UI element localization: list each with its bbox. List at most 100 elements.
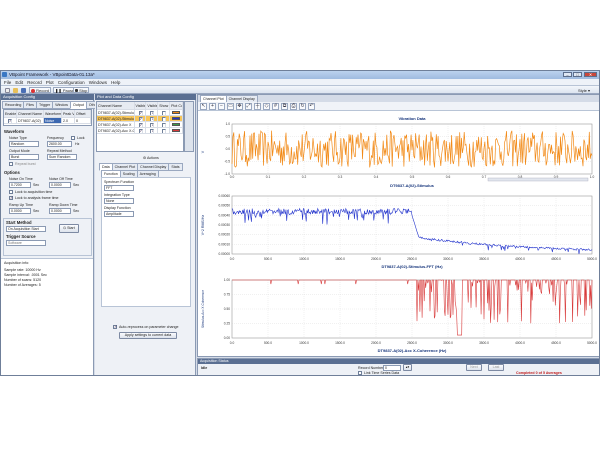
tab-output[interactable]: Output [70, 101, 87, 109]
lock-frame-checkbox[interactable] [9, 195, 13, 200]
tab-window[interactable]: Window [52, 101, 72, 109]
ramp-up-input[interactable]: 0.0000 [9, 208, 31, 214]
close-button[interactable]: ✕ [584, 72, 597, 77]
maximize-button[interactable]: □ [573, 72, 582, 77]
lock-checkbox[interactable] [71, 136, 75, 140]
copy-icon[interactable]: ⧉ [281, 103, 288, 110]
row-waveform[interactable]: Noise [44, 118, 62, 123]
refresh-icon[interactable]: ↻ [299, 103, 306, 110]
noise-on-input[interactable]: 0.7200 [9, 182, 31, 188]
row-show-cursor[interactable] [158, 110, 171, 115]
row-visible-display[interactable] [146, 122, 159, 127]
row-plot-colour[interactable] [170, 110, 184, 115]
link-time-series-checkbox[interactable] [358, 371, 362, 375]
actions-button[interactable]: ⚙ Actions [143, 156, 159, 160]
row-plot-colour[interactable] [170, 128, 184, 133]
table-row[interactable]: DT9837-A(02)-Acc X-Cohere [97, 128, 184, 134]
visible-plot-checkbox[interactable] [138, 111, 143, 115]
minimize-button[interactable]: – [563, 72, 572, 77]
trigger-source-select[interactable]: Software [6, 240, 46, 246]
menu-help[interactable]: Help [111, 79, 120, 86]
frequency-input[interactable]: 2600.00 [47, 141, 72, 147]
table-row[interactable]: DT9837-A(02) Noise 2.0 0 [4, 118, 91, 124]
display-function-select[interactable]: Amplitude [104, 211, 134, 217]
zoom-in-icon[interactable]: + [209, 103, 216, 110]
start-method-select[interactable]: On Acquisition Start [6, 226, 46, 232]
row-offset[interactable]: 0 [75, 118, 91, 123]
chart1-scrollbar[interactable] [487, 177, 589, 182]
show-cursor-checkbox[interactable] [162, 123, 167, 127]
row-visible-plot[interactable] [135, 110, 147, 115]
stop-button[interactable]: Stop [73, 87, 90, 93]
fit-icon[interactable]: ⤢ [245, 103, 252, 110]
menu-windows[interactable]: Windows [89, 79, 107, 86]
row-show-cursor[interactable] [158, 128, 171, 133]
repeat-method-select[interactable]: Sum Random [47, 154, 77, 160]
noise-type-select[interactable]: Random [9, 141, 39, 147]
menu-configuration[interactable]: Configuration [58, 79, 85, 86]
pointer-icon[interactable]: ↖ [200, 103, 207, 110]
visible-display-checkbox[interactable] [150, 111, 155, 115]
ramp-down-input[interactable]: 0.0000 [49, 208, 71, 214]
pan-icon[interactable]: ✥ [236, 103, 243, 110]
style-dropdown[interactable]: Style ▾ [576, 87, 592, 93]
visible-display-checkbox[interactable] [150, 129, 155, 133]
row-visible-display[interactable] [146, 116, 159, 121]
row-channel-name[interactable]: DT9837-A(02)-Stimulus-FFT [97, 116, 135, 121]
tab-files[interactable]: Files [23, 101, 37, 109]
row-visible-display[interactable] [146, 110, 159, 115]
colour-swatch[interactable] [172, 111, 181, 114]
zoom-box-icon[interactable]: ▭ [227, 103, 234, 110]
show-cursor-checkbox[interactable] [162, 117, 167, 121]
save-icon[interactable] [19, 87, 28, 94]
visible-plot-checkbox[interactable] [138, 123, 143, 127]
row-channel-name[interactable]: DT9837-A(02)-Acc X [97, 122, 135, 127]
scrollbar[interactable] [184, 101, 194, 152]
colour-swatch[interactable] [172, 117, 181, 120]
row-enabled[interactable] [4, 118, 17, 123]
row-visible-display[interactable] [146, 128, 159, 133]
colour-swatch[interactable] [172, 123, 181, 126]
row-plot-colour[interactable] [170, 116, 184, 121]
noise-off-input[interactable]: 0.0000 [49, 182, 71, 188]
start-button[interactable]: ⏻ Start [59, 224, 79, 233]
zoom-out-icon[interactable]: − [218, 103, 225, 110]
row-show-cursor[interactable] [158, 122, 171, 127]
integration-type-select[interactable]: None [104, 198, 134, 204]
menu-edit[interactable]: Edit [15, 79, 23, 86]
grid-icon[interactable]: # [272, 103, 279, 110]
visible-display-checkbox[interactable] [150, 117, 155, 121]
apply-settings-button[interactable]: Apply settings to current data [119, 332, 177, 339]
cursor-icon[interactable]: ┼ [254, 103, 261, 110]
row-channel-name[interactable]: DT9837-A(02)-Acc X-Cohere [97, 128, 135, 133]
menu-record[interactable]: Record [27, 79, 42, 86]
menu-plot[interactable]: Plot [46, 79, 54, 86]
row-visible-plot[interactable] [135, 116, 147, 121]
row-show-cursor[interactable] [158, 116, 171, 121]
menu-file[interactable]: File [4, 79, 11, 86]
marker-icon[interactable]: ◇ [263, 103, 270, 110]
row-plot-colour[interactable] [170, 122, 184, 127]
visible-plot-checkbox[interactable] [138, 129, 143, 133]
repeat-burst-checkbox[interactable] [9, 162, 13, 166]
tab-stats[interactable]: Stats [168, 163, 183, 171]
row-visible-plot[interactable] [135, 128, 147, 133]
undo-icon[interactable]: ↶ [308, 103, 315, 110]
auto-reprocess-checkbox[interactable] [113, 324, 117, 329]
colour-swatch[interactable] [172, 129, 181, 132]
record-stepper-button[interactable]: ▴▾ [403, 364, 412, 371]
show-cursor-checkbox[interactable] [162, 129, 167, 133]
record-button[interactable]: Record [29, 87, 52, 93]
lock-acq-checkbox[interactable] [9, 190, 13, 194]
spectrum-function-select[interactable]: FFT [104, 185, 134, 191]
output-mode-select[interactable]: Burst [9, 154, 39, 160]
row-visible-plot[interactable] [135, 122, 147, 127]
next-button[interactable]: Next [466, 364, 482, 371]
print-icon[interactable]: ⎙ [290, 103, 297, 110]
row-peak[interactable]: 2.0 [62, 118, 75, 123]
tab-recording[interactable]: Recording [2, 101, 25, 109]
tab-trigger[interactable]: Trigger [35, 101, 54, 109]
enabled-checkbox[interactable] [8, 119, 12, 123]
row-channel-name[interactable]: DT9837-A(02)-Stimulus [97, 110, 135, 115]
visible-plot-checkbox[interactable] [138, 117, 143, 121]
